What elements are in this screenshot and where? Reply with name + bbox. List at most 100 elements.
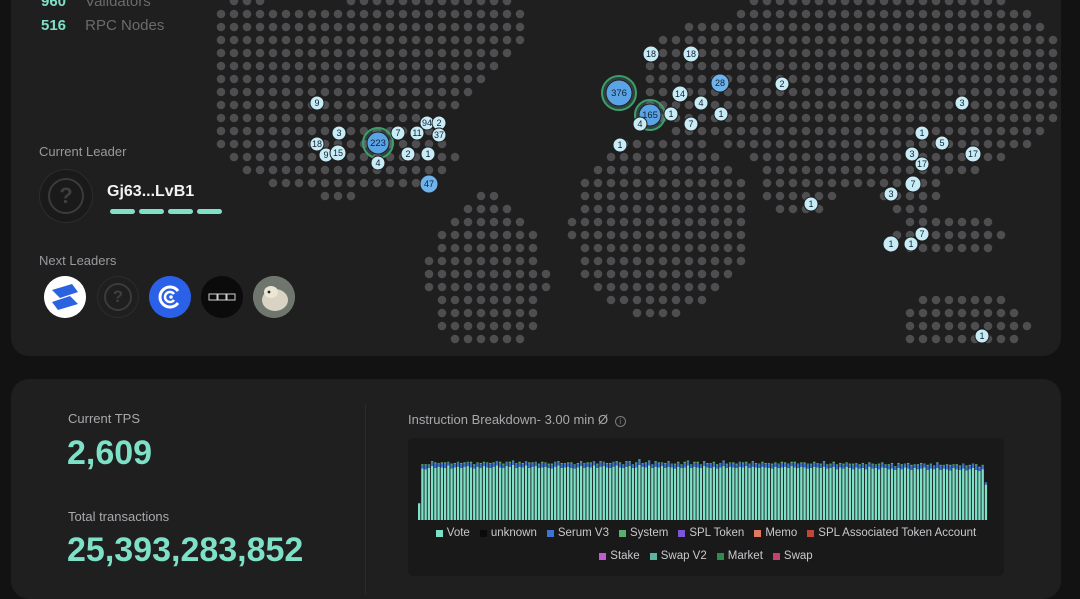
node-cluster-marker[interactable]: 17: [914, 156, 930, 172]
legend-item[interactable]: System: [619, 527, 668, 539]
bar-segment: [557, 462, 560, 466]
legend-item[interactable]: SPL Token: [678, 527, 744, 539]
legend-item[interactable]: Swap: [772, 550, 813, 562]
node-cluster-marker[interactable]: 18: [682, 45, 700, 63]
next-leader-4[interactable]: [201, 276, 243, 318]
node-cluster-marker[interactable]: 4: [693, 95, 709, 111]
node-cluster-marker[interactable]: 376: [601, 75, 637, 111]
node-cluster-marker[interactable]: 3: [331, 125, 347, 141]
bar-segment: [579, 466, 583, 520]
current-leader-avatar[interactable]: ?: [39, 169, 93, 223]
node-cluster-marker[interactable]: 37: [431, 127, 447, 143]
bar-segment: [887, 464, 890, 466]
node-cluster-marker[interactable]: 2: [774, 76, 790, 92]
rpc-nodes-count: 516: [41, 17, 67, 34]
node-count-label: 3: [336, 128, 341, 138]
node-cluster-marker[interactable]: 3: [954, 95, 970, 111]
legend-item[interactable]: Market: [716, 550, 763, 562]
bar-segment: [978, 466, 981, 468]
node-cluster-marker[interactable]: 18: [309, 136, 325, 152]
bar-segment: [968, 466, 971, 470]
node-cluster-marker[interactable]: 1: [420, 146, 436, 162]
node-cluster-marker[interactable]: 1: [903, 236, 919, 252]
bar-segment: [955, 465, 958, 470]
bar-segment: [547, 467, 550, 520]
bar-segment: [460, 464, 463, 468]
node-cluster-marker[interactable]: 17: [964, 145, 982, 163]
bar-segment: [560, 464, 563, 468]
node-cluster-marker[interactable]: 1: [803, 196, 819, 212]
node-cluster-marker[interactable]: 14: [671, 85, 689, 103]
bar-segment: [771, 468, 774, 520]
node-cluster-marker[interactable]: 2: [400, 146, 416, 162]
node-cluster-marker[interactable]: 1: [914, 125, 930, 141]
bar-segment: [767, 462, 771, 464]
bar-segment: [476, 462, 479, 463]
legend-item[interactable]: Swap V2: [649, 550, 707, 562]
bar-segment: [508, 466, 512, 520]
next-leader-3[interactable]: [149, 276, 191, 318]
bar-segment: [547, 463, 550, 465]
bar-segment: [881, 462, 884, 464]
legend-label: SPL Associated Token Account: [818, 527, 977, 539]
node-cluster-marker[interactable]: 3: [883, 186, 899, 202]
node-cluster-marker[interactable]: 7: [390, 125, 406, 141]
node-cluster-marker[interactable]: 1: [612, 137, 628, 153]
bar-segment: [544, 462, 547, 467]
bar-segment: [602, 466, 605, 520]
node-cluster-marker[interactable]: 7: [914, 226, 930, 242]
node-cluster-marker[interactable]: 1: [713, 106, 729, 122]
next-leader-2[interactable]: ?: [97, 276, 139, 318]
current-leader-name[interactable]: Gj63...LvB1: [107, 183, 194, 201]
node-cluster-marker[interactable]: 1: [882, 235, 900, 253]
node-cluster-marker[interactable]: 18: [642, 45, 660, 63]
legend-item[interactable]: SPL Associated Token Account: [807, 527, 976, 539]
node-cluster-marker[interactable]: 28: [710, 73, 730, 93]
bar-segment: [573, 464, 576, 465]
bar-segment: [764, 467, 767, 520]
info-icon[interactable]: i: [614, 416, 626, 427]
bar-segment: [460, 462, 463, 465]
bar-segment: [447, 465, 450, 520]
bar-segment: [732, 462, 735, 464]
bar-segment: [450, 464, 453, 469]
next-leader-5[interactable]: [253, 276, 295, 318]
bar-segment: [703, 466, 706, 520]
legend-item[interactable]: Stake: [599, 550, 640, 562]
bar-segment: [576, 464, 580, 468]
bar-segment: [884, 464, 887, 465]
bar-segment: [851, 464, 855, 470]
node-cluster-marker[interactable]: 1: [663, 106, 679, 122]
bar-segment: [806, 463, 809, 465]
node-cluster-marker[interactable]: 1: [974, 328, 990, 344]
node-cluster-marker[interactable]: 4: [632, 116, 648, 132]
bar-segment: [975, 469, 978, 520]
legend-item[interactable]: Memo: [754, 527, 797, 539]
question-mark-icon: ?: [104, 283, 132, 311]
node-cluster-marker[interactable]: 4: [370, 155, 386, 171]
legend-item[interactable]: unknown: [479, 527, 537, 539]
bar-segment: [745, 461, 748, 463]
node-cluster-marker[interactable]: 7: [904, 175, 922, 193]
legend-item[interactable]: Serum V3: [546, 527, 609, 539]
node-cluster-marker[interactable]: 5: [934, 135, 950, 151]
bar-segment: [793, 461, 797, 463]
node-cluster-marker[interactable]: 223: [362, 127, 394, 159]
bar-segment: [463, 462, 466, 464]
node-cluster-marker[interactable]: 7: [683, 116, 699, 132]
node-cluster-marker[interactable]: 15: [329, 144, 347, 162]
node-count-label: 18: [646, 49, 656, 59]
legend-item[interactable]: Vote: [435, 527, 470, 539]
bar-segment: [890, 462, 894, 465]
bar-segment: [926, 464, 929, 467]
bar-segment: [612, 466, 615, 520]
bar-segment: [958, 469, 962, 520]
bar-segment: [596, 467, 599, 520]
bar-segment: [858, 465, 861, 469]
node-cluster-marker[interactable]: 9: [309, 95, 325, 111]
bar-segment: [942, 465, 945, 469]
node-cluster-marker[interactable]: 47: [419, 174, 439, 194]
next-leader-1[interactable]: [44, 276, 86, 318]
bar-segment: [962, 464, 965, 469]
bar-segment: [579, 461, 583, 463]
